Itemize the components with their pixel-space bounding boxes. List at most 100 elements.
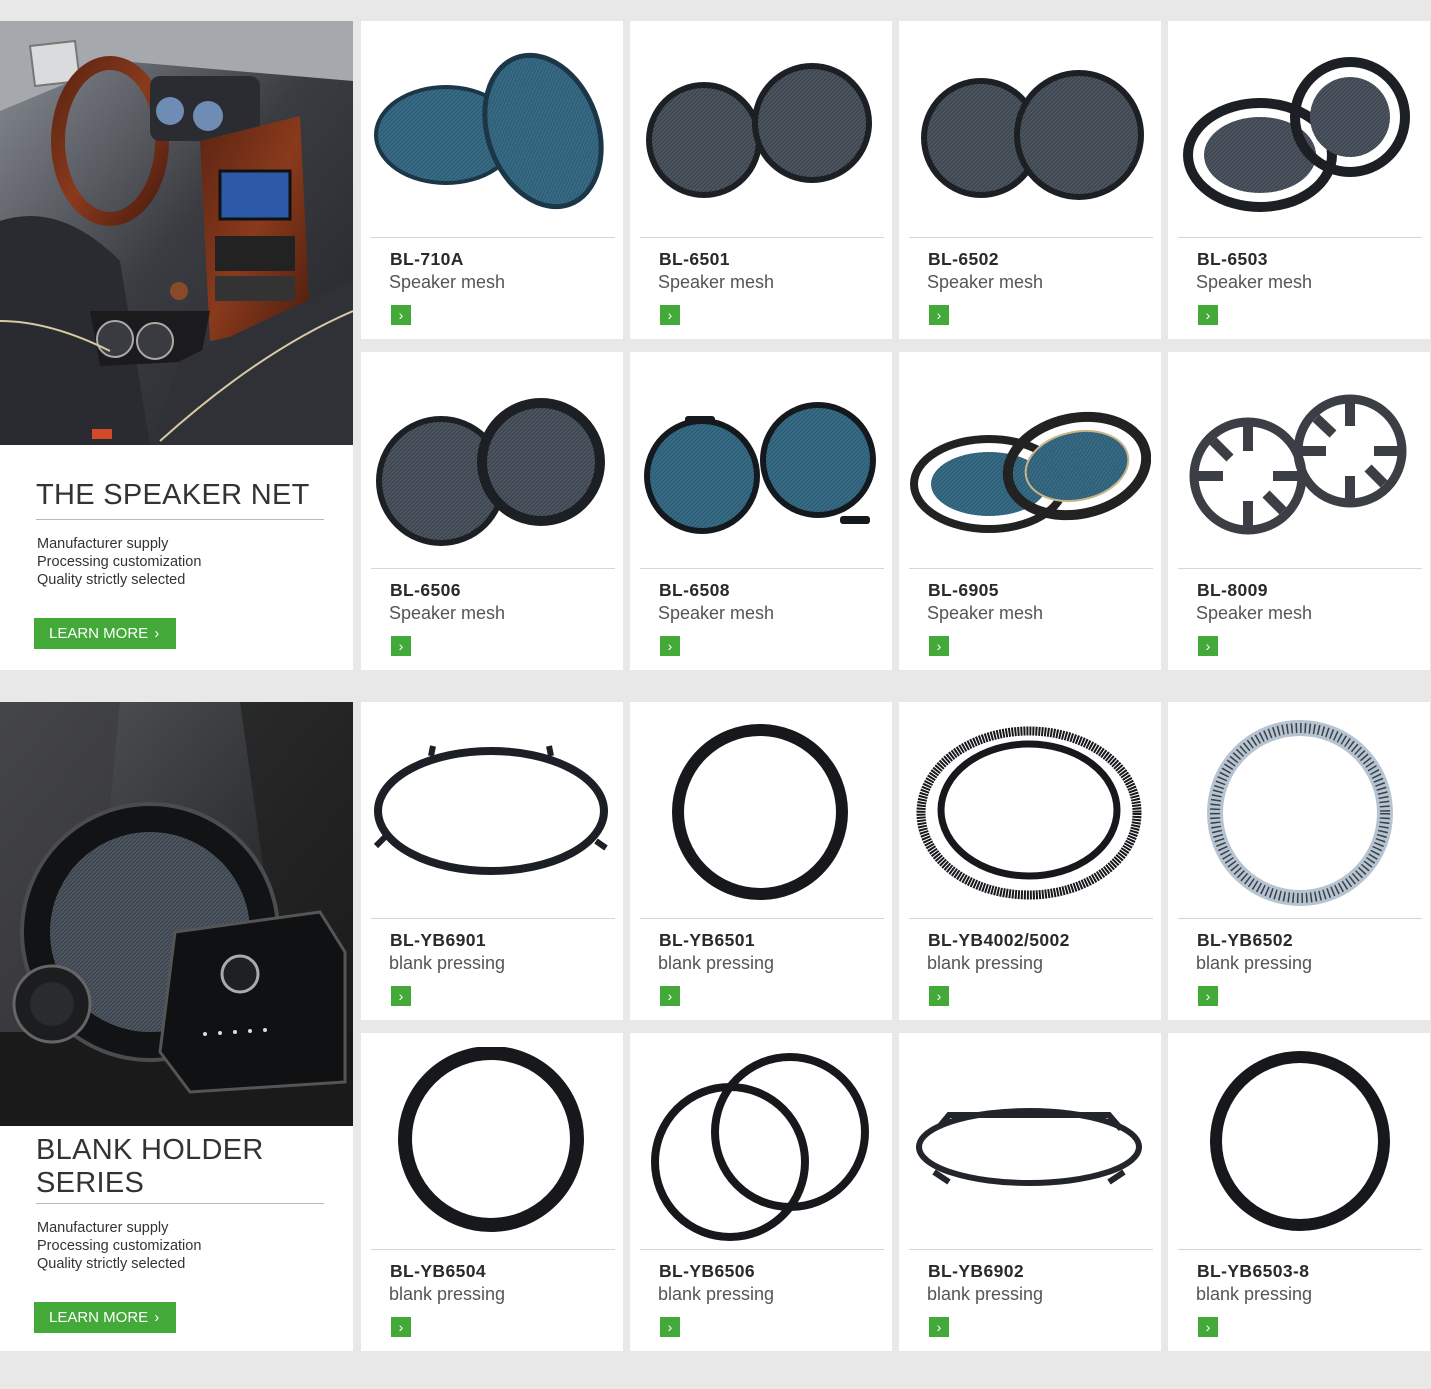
section-title-line: SERIES (36, 1167, 145, 1199)
product-card[interactable]: BL-6501 Speaker mesh › (630, 21, 892, 339)
product-image (371, 716, 613, 916)
speaker-product-image (0, 702, 353, 1126)
card-divider (909, 568, 1153, 569)
product-name: Speaker mesh (927, 272, 1044, 292)
product-code: BL-YB6502 (1197, 930, 1293, 950)
feature-line: Quality strictly selected (37, 572, 186, 588)
product-image (909, 716, 1151, 916)
card-divider (1178, 568, 1422, 569)
blank-holder-section: BLANK HOLDER SERIES Manufacturer supply … (0, 702, 1431, 1353)
product-name: Speaker mesh (927, 603, 1044, 623)
product-name: blank pressing (658, 1284, 775, 1304)
product-image (1178, 1047, 1420, 1247)
card-divider (640, 918, 884, 919)
product-image (1178, 366, 1420, 566)
feature-list: Manufacturer supply Processing customiza… (37, 1219, 201, 1273)
product-code: BL-YB6902 (928, 1261, 1024, 1281)
product-code: BL-YB6501 (659, 930, 755, 950)
product-name: Speaker mesh (1196, 272, 1313, 292)
product-name: blank pressing (389, 953, 506, 973)
product-code: BL-YB6901 (390, 930, 486, 950)
feature-line: Manufacturer supply (37, 1220, 169, 1236)
product-card[interactable]: BL-YB6901 blank pressing › (361, 702, 623, 1020)
product-name: blank pressing (1196, 953, 1313, 973)
title-divider (36, 1203, 324, 1204)
learn-more-label: LEARN MORE (49, 625, 149, 642)
arrow-right-icon[interactable]: › (929, 305, 949, 325)
product-image (909, 366, 1151, 566)
arrow-right-icon[interactable]: › (391, 1317, 411, 1337)
card-divider (640, 1249, 884, 1250)
product-card[interactable]: BL-710A Speaker mesh › (361, 21, 623, 339)
blank-holder-promo: BLANK HOLDER SERIES Manufacturer supply … (0, 702, 353, 1351)
product-card[interactable]: BL-YB6502 blank pressing › (1168, 702, 1430, 1020)
arrow-right-icon[interactable]: › (929, 1317, 949, 1337)
product-card[interactable]: BL-6502 Speaker mesh › (899, 21, 1161, 339)
product-card[interactable]: BL-6905 Speaker mesh › (899, 352, 1161, 670)
feature-line: Processing customization (37, 554, 202, 570)
product-code: BL-6905 (928, 580, 999, 600)
chevron-right-icon: › (154, 625, 160, 642)
product-card[interactable]: BL-YB6902 blank pressing › (899, 1033, 1161, 1351)
product-name: blank pressing (927, 953, 1044, 973)
learn-more-button[interactable]: LEARN MORE › (34, 618, 176, 649)
product-card[interactable]: BL-6503 Speaker mesh › (1168, 21, 1430, 339)
product-card[interactable]: BL-8009 Speaker mesh › (1168, 352, 1430, 670)
arrow-right-icon[interactable]: › (391, 986, 411, 1006)
product-card[interactable]: BL-6508 Speaker mesh › (630, 352, 892, 670)
product-code: BL-6506 (390, 580, 461, 600)
card-divider (1178, 237, 1422, 238)
product-card[interactable]: BL-YB4002/5002 blank pressing › (899, 702, 1161, 1020)
product-name: blank pressing (658, 953, 775, 973)
arrow-right-icon[interactable]: › (1198, 636, 1218, 656)
product-card[interactable]: BL-YB6503-8 blank pressing › (1168, 1033, 1430, 1351)
product-image (640, 716, 882, 916)
learn-more-button[interactable]: LEARN MORE › (34, 1302, 176, 1333)
arrow-right-icon[interactable]: › (1198, 1317, 1218, 1337)
product-name: blank pressing (389, 1284, 506, 1304)
section-title: THE SPEAKER NET (36, 479, 310, 511)
product-card[interactable]: BL-YB6501 blank pressing › (630, 702, 892, 1020)
card-divider (371, 568, 615, 569)
product-name: blank pressing (927, 1284, 1044, 1304)
product-card[interactable]: BL-YB6506 blank pressing › (630, 1033, 892, 1351)
product-card[interactable]: BL-6506 Speaker mesh › (361, 352, 623, 670)
product-code: BL-6508 (659, 580, 730, 600)
product-name: Speaker mesh (658, 272, 775, 292)
product-image (1178, 716, 1420, 916)
section-title: BLANK HOLDER SERIES (36, 1134, 264, 1200)
product-name: Speaker mesh (389, 603, 506, 623)
learn-more-label: LEARN MORE (49, 1309, 149, 1326)
product-image (371, 366, 613, 566)
arrow-right-icon[interactable]: › (660, 636, 680, 656)
product-code: BL-710A (390, 249, 464, 269)
arrow-right-icon[interactable]: › (391, 636, 411, 656)
arrow-right-icon[interactable]: › (660, 1317, 680, 1337)
feature-list: Manufacturer supply Processing customiza… (37, 535, 201, 589)
arrow-right-icon[interactable]: › (929, 986, 949, 1006)
arrow-right-icon[interactable]: › (1198, 305, 1218, 325)
card-divider (640, 237, 884, 238)
chevron-right-icon: › (154, 1309, 160, 1326)
product-name: Speaker mesh (1196, 603, 1313, 623)
card-divider (909, 1249, 1153, 1250)
product-code: BL-YB6503-8 (1197, 1261, 1310, 1281)
feature-line: Quality strictly selected (37, 1256, 186, 1272)
product-code: BL-YB6504 (390, 1261, 486, 1281)
product-name: blank pressing (1196, 1284, 1313, 1304)
arrow-right-icon[interactable]: › (660, 986, 680, 1006)
arrow-right-icon[interactable]: › (660, 305, 680, 325)
product-code: BL-6501 (659, 249, 730, 269)
product-image (909, 35, 1151, 235)
title-divider (36, 519, 324, 520)
arrow-right-icon[interactable]: › (391, 305, 411, 325)
feature-line: Manufacturer supply (37, 536, 169, 552)
card-divider (1178, 1249, 1422, 1250)
product-image (640, 35, 882, 235)
arrow-right-icon[interactable]: › (1198, 986, 1218, 1006)
speaker-net-promo: THE SPEAKER NET Manufacturer supply Proc… (0, 21, 353, 670)
arrow-right-icon[interactable]: › (929, 636, 949, 656)
product-name: Speaker mesh (389, 272, 506, 292)
product-card[interactable]: BL-YB6504 blank pressing › (361, 1033, 623, 1351)
section-title-line: BLANK HOLDER (36, 1134, 264, 1166)
